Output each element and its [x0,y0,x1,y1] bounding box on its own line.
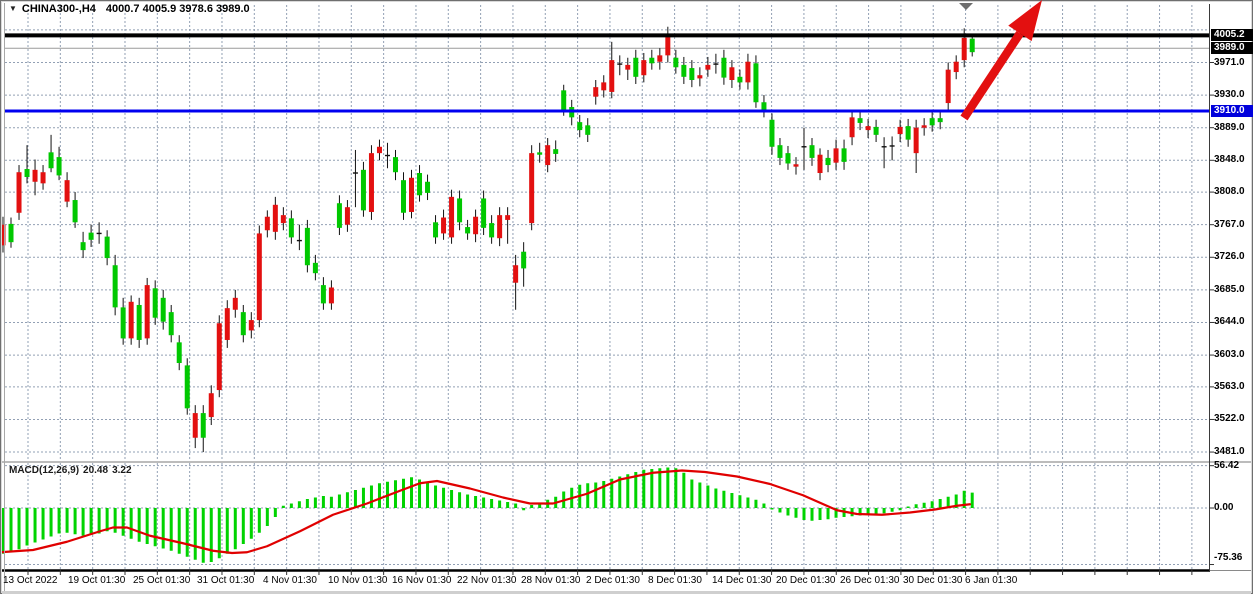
candles-layer [1,27,975,452]
symbol-dropdown-icon[interactable]: ▼ [9,4,17,13]
chart-title: ▼ CHINA300-,H4 4000.7 4005.9 3978.6 3989.0 [9,3,250,15]
bar-marker-icon[interactable] [959,3,973,10]
chart-window[interactable]: ▼ CHINA300-,H4 4000.7 4005.9 3978.6 3989.0… [0,0,1253,594]
macd-name: MACD(12,26,9) [9,465,79,476]
chart-canvas[interactable] [0,0,1253,594]
macd-value: 20.48 [83,465,108,476]
ohlc-values: 4000.7 4005.9 3978.6 3989.0 [106,3,250,15]
macd-indicator-label: MACD(12,26,9) 20.48 3.22 [9,465,136,476]
macd-layer [0,468,974,563]
symbol-timeframe: CHINA300-,H4 [22,3,96,15]
macd-signal-value: 3.22 [112,465,131,476]
